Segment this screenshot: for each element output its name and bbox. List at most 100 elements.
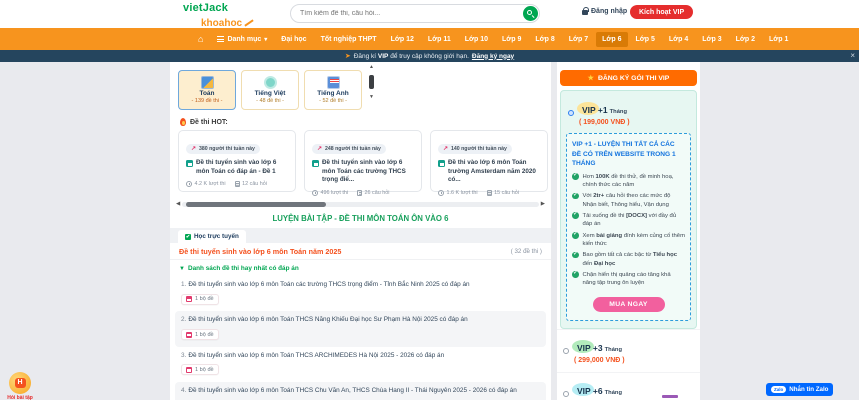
subject-card[interactable]: Tiếng Việt- 48 đề thi - (241, 70, 299, 110)
nav-item[interactable]: Đại học (275, 32, 312, 47)
item-title-text: Đề thi tuyển sinh vào lớp 6 môn Toán các… (188, 281, 469, 288)
eng-icon (327, 76, 340, 89)
check-icon: ✔ (572, 252, 579, 259)
exam-list-item[interactable]: 1.Đề thi tuyển sinh vào lớp 6 môn Toán c… (175, 276, 546, 311)
questions-meta: 15 câu hỏi (487, 190, 519, 196)
help-label: Hỏi bài tập (2, 395, 38, 400)
nav-item[interactable]: Lớp 10 (459, 32, 494, 47)
radio-button[interactable] (568, 110, 574, 116)
hot-exam-meta: 1.6 K lượt thi 15 câu hỏi (438, 190, 540, 196)
nav-item[interactable]: Lớp 6 (596, 32, 627, 47)
item-title-text: Đề thi tuyển sinh vào lớp 6 môn Toán THC… (188, 387, 516, 394)
math-icon (201, 76, 214, 89)
plan-name: VIP +6Tháng (574, 385, 625, 397)
help-circle[interactable]: H (9, 372, 31, 394)
zalo-chat-button[interactable]: Zalo Nhắn tin Zalo (766, 383, 833, 396)
benefit-text: Hơn 100K đề thi thử, đề minh hoạ, chính … (583, 173, 686, 190)
scroll-right-icon[interactable]: ▶ (539, 201, 547, 207)
site-logo[interactable]: vietJack khoahoc (183, 3, 254, 30)
document-icon (487, 190, 492, 196)
top-header: vietJack khoahoc Đăng nhập Kích hoạt VIP (0, 0, 859, 28)
buy-now-button[interactable]: MUA NGAY (593, 297, 665, 312)
subject-card[interactable]: Toán- 139 đề thi - (178, 70, 236, 110)
nav-item[interactable]: Lớp 11 (422, 32, 457, 47)
star-icon: ★ (588, 74, 594, 82)
nav-item[interactable]: Lớp 7 (563, 32, 594, 47)
nav-item[interactable]: Lớp 3 (696, 32, 727, 47)
hot-exam-card[interactable]: ↗380 người thi tuần nàyĐề thi tuyển sinh… (178, 130, 296, 192)
exam-item-title: 4.Đề thi tuyển sinh vào lớp 6 môn Toán T… (181, 387, 540, 395)
vip-register-header[interactable]: ★ ĐĂNG KÝ GÓI THI VIP (560, 70, 697, 86)
subject-card[interactable]: Tiếng Anh- 52 đề thi - (304, 70, 362, 110)
nav-item[interactable]: Danh mục▾ (211, 32, 273, 47)
questions-meta: 12 câu hỏi (235, 181, 267, 187)
rocket-icon: ➤ (345, 52, 351, 60)
exam-group-heading[interactable]: Đề thi tuyển sinh vào lớp 6 môn Toán năm… (179, 247, 341, 256)
vip-plan-option[interactable]: VIP +6Tháng( 399,000 VNĐ ) (557, 372, 700, 400)
nav-item[interactable]: Tốt nghiệp THPT (315, 32, 383, 47)
tab-strip: ✔ Học trực tuyến (170, 228, 551, 243)
scroll-thumb[interactable] (186, 202, 326, 207)
subject-tabs: Toán- 139 đề thi -Tiếng Việt- 48 đề thi … (178, 70, 362, 110)
vip-panel: VIP +1Tháng( 199,000 VNĐ ) VIP +1 - LUYỆ… (560, 90, 697, 329)
scroll-left-icon[interactable]: ◀ (174, 201, 182, 207)
register-now-link[interactable]: Đăng ký ngay (472, 53, 514, 60)
title-text: Đề thi tuyển sinh vào lớp 6 môn Toán có … (196, 159, 288, 176)
item-index: 3. (181, 352, 186, 359)
chart-up-icon: ↗ (191, 146, 196, 152)
horizontal-scrollbar[interactable]: ◀ ▶ (174, 200, 547, 208)
vip-plan-option[interactable]: VIP +1Tháng( 199,000 VNĐ ) (566, 96, 691, 130)
vip-plan-option[interactable]: VIP +3Tháng( 299,000 VNĐ ) (557, 329, 700, 372)
chat-bubble-icon: H (15, 378, 26, 388)
hot-cards: ↗380 người thi tuần nàyĐề thi tuyển sinh… (178, 130, 548, 192)
radio-button[interactable] (563, 348, 569, 354)
nav-item[interactable]: Lớp 1 (763, 32, 794, 47)
zalo-icon: Zalo (771, 386, 786, 393)
section-title: LUYỆN BÀI TẬP - ĐỀ THI MÔN TOÁN ÔN VÀO 6 (170, 214, 551, 223)
nav-item-label: Lớp 3 (702, 36, 721, 43)
nav-item[interactable]: Lớp 2 (730, 32, 761, 47)
home-button[interactable]: ⌂ (192, 31, 209, 48)
exam-list-item[interactable]: 2.Đề thi tuyển sinh vào lớp 6 môn Toán T… (175, 311, 546, 346)
nav-item[interactable]: Lớp 12 (385, 32, 420, 47)
search-input[interactable] (300, 10, 490, 17)
weekly-attempts-badge: ↗140 người thi tuần này (438, 144, 512, 154)
viet-icon (264, 76, 277, 89)
login-link[interactable]: Đăng nhập (582, 8, 627, 15)
nav-item[interactable]: Lớp 9 (496, 32, 527, 47)
questions-meta: 26 câu hỏi (357, 190, 389, 196)
attempts-text: 496 lượt thi (321, 190, 349, 196)
scroll-up-icon[interactable]: ▲ (369, 64, 374, 70)
scroll-track[interactable] (182, 202, 539, 207)
hot-exam-card[interactable]: ↗248 người thi tuần nàyĐề thi tuyển sinh… (304, 130, 422, 192)
plan-unit: Tháng (610, 109, 627, 115)
exam-list-item[interactable]: 3.Đề thi tuyển sinh vào lớp 6 môn Toán T… (175, 347, 546, 382)
search-bar[interactable] (290, 4, 540, 23)
subject-name: Toán (199, 90, 214, 97)
nav-item[interactable]: Lớp 4 (663, 32, 694, 47)
attempts-meta: 1.6 K lượt thi (438, 190, 478, 196)
main-content: Toán- 139 đề thi -Tiếng Việt- 48 đề thi … (170, 62, 551, 400)
search-button[interactable] (523, 6, 538, 21)
title-text: Đề thi vào lớp 6 môn Toán trường Amsterd… (448, 159, 540, 185)
scroll-thumb[interactable] (369, 75, 374, 89)
attempts-text: 4.2 K lượt thi (195, 181, 226, 187)
badge-text: 1 bộ đề (195, 367, 214, 373)
subject-scrollbar[interactable]: ▲ ▼ (368, 64, 375, 100)
tab-hoc-truc-tuyen[interactable]: ✔ Học trực tuyến (178, 230, 246, 243)
exam-list-item[interactable]: 4.Đề thi tuyển sinh vào lớp 6 môn Toán T… (175, 382, 546, 400)
nav-item[interactable]: Lớp 8 (529, 32, 560, 47)
nav-item-label: Lớp 4 (669, 36, 688, 43)
hot-exam-card[interactable]: ↗140 người thi tuần này Đề thi vào lớp 6 … (430, 130, 548, 192)
scroll-down-icon[interactable]: ▼ (369, 94, 374, 100)
ask-question-floater[interactable]: H Hỏi bài tập (2, 372, 38, 400)
document-icon (357, 190, 362, 196)
close-icon[interactable]: × (850, 51, 855, 60)
exam-list-subheading[interactable]: ▼ Danh sách đề thi hay nhất có đáp án (179, 265, 299, 272)
nav-item[interactable]: Lớp 5 (630, 32, 661, 47)
item-index: 1. (181, 281, 186, 288)
radio-button[interactable] (563, 391, 569, 397)
nav-item-label: Lớp 2 (736, 36, 755, 43)
item-title-text: Đề thi tuyển sinh vào lớp 6 môn Toán THC… (188, 316, 467, 323)
activate-vip-button[interactable]: Kích hoạt VIP (630, 5, 693, 19)
